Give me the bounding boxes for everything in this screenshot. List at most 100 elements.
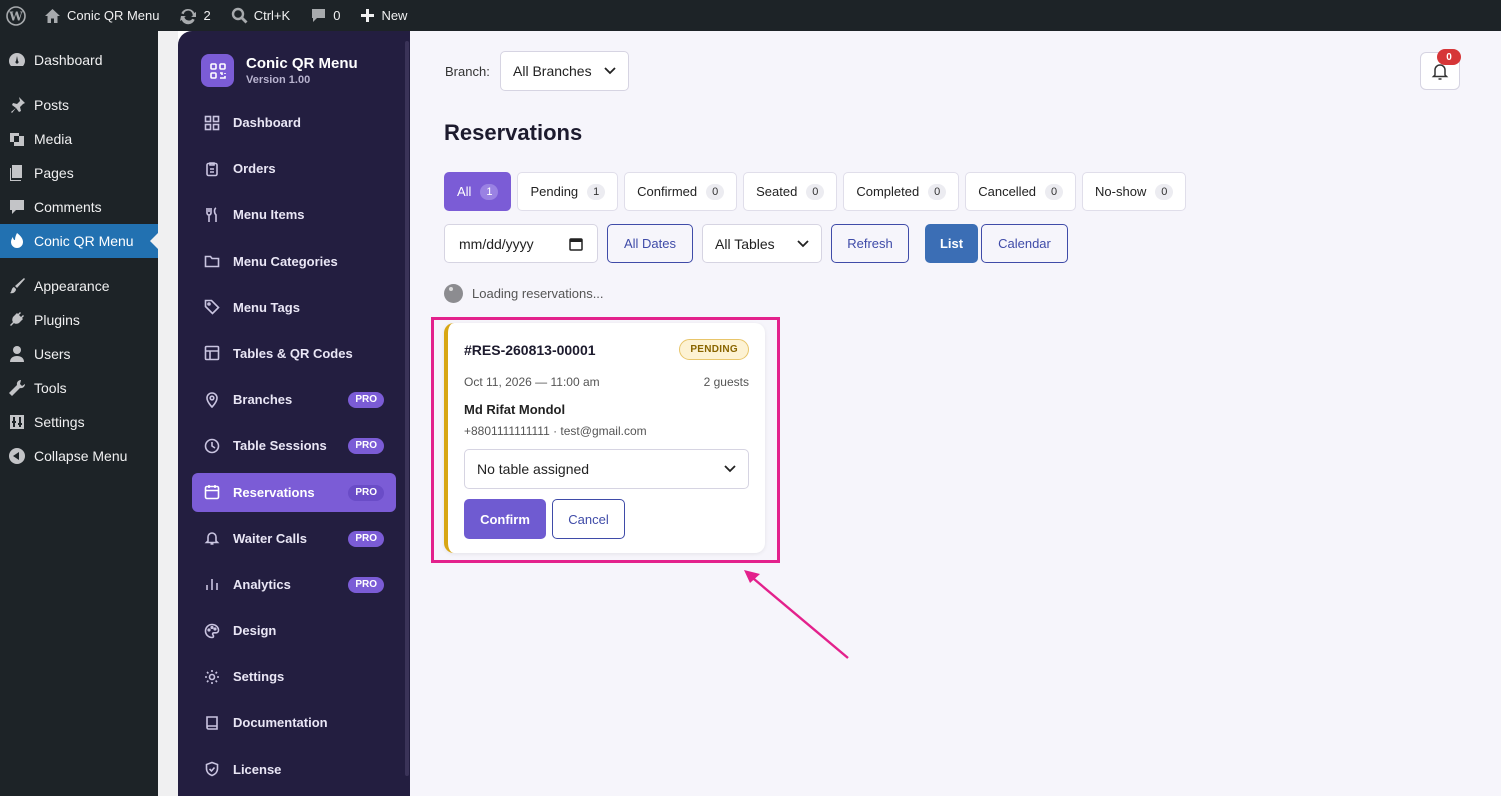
qr-logo-icon bbox=[201, 54, 234, 87]
calendar-icon bbox=[569, 237, 583, 251]
nav-menu-items[interactable]: Menu Items bbox=[192, 195, 396, 234]
tab-all[interactable]: All 1 bbox=[444, 172, 512, 211]
plugin-nav: Dashboard Orders Menu Items Menu Categor… bbox=[192, 103, 396, 796]
nav-waiter-calls[interactable]: Waiter Calls PRO bbox=[192, 519, 396, 558]
wp-menu-users[interactable]: Users bbox=[0, 337, 158, 371]
wp-menu-settings[interactable]: Settings bbox=[0, 405, 158, 439]
wp-menu-media[interactable]: Media bbox=[0, 122, 158, 156]
bar-chart-icon bbox=[206, 579, 218, 591]
wp-menu-posts[interactable]: Posts bbox=[0, 88, 158, 122]
date-input[interactable]: mm/dd/yyyy bbox=[444, 224, 598, 263]
tables-select[interactable]: All Tables bbox=[702, 224, 822, 263]
wp-menu-tools[interactable]: Tools bbox=[0, 371, 158, 405]
new-content-link[interactable]: New bbox=[350, 0, 417, 31]
wp-menu-pages[interactable]: Pages bbox=[0, 156, 158, 190]
nav-license[interactable]: License bbox=[192, 750, 396, 789]
wp-menu-appearance[interactable]: Appearance bbox=[0, 269, 158, 303]
book-icon bbox=[206, 716, 218, 730]
cancel-button[interactable]: Cancel bbox=[552, 499, 625, 539]
status-tabs: All 1 Pending 1 Confirmed 0 Seated 0 Com… bbox=[444, 172, 1187, 211]
sidebar-scrollbar[interactable] bbox=[405, 41, 409, 776]
wp-menu-collapse[interactable]: Collapse Menu bbox=[0, 439, 158, 473]
nav-reservations[interactable]: Reservations PRO bbox=[192, 472, 396, 512]
tab-count: 1 bbox=[480, 183, 499, 200]
nav-menu-tags[interactable]: Menu Tags bbox=[192, 288, 396, 327]
tab-count: 0 bbox=[706, 183, 725, 200]
wp-menu-comments[interactable]: Comments bbox=[0, 190, 158, 224]
plugin-sidebar: Conic QR Menu Version 1.00 Dashboard Ord… bbox=[178, 31, 410, 796]
tab-cancelled[interactable]: Cancelled 0 bbox=[965, 172, 1077, 211]
all-dates-button[interactable]: All Dates bbox=[607, 224, 693, 263]
plug-icon bbox=[8, 311, 26, 329]
search-icon bbox=[231, 7, 248, 24]
chevron-down-icon bbox=[797, 239, 809, 247]
wp-menu-dashboard[interactable]: Dashboard bbox=[0, 43, 158, 77]
status-badge: PENDING bbox=[679, 339, 749, 360]
nav-table-sessions[interactable]: Table Sessions PRO bbox=[192, 426, 396, 465]
tab-count: 1 bbox=[587, 183, 606, 200]
pro-badge: PRO bbox=[348, 484, 384, 501]
tab-no-show[interactable]: No-show 0 bbox=[1082, 172, 1187, 211]
nav-documentation[interactable]: Documentation bbox=[192, 703, 396, 742]
updates-count: 2 bbox=[203, 8, 211, 23]
nav-branches[interactable]: Branches PRO bbox=[192, 380, 396, 419]
reservation-card: #RES-260813-00001 PENDING Oct 11, 2026 —… bbox=[444, 323, 765, 553]
site-name: Conic QR Menu bbox=[67, 8, 160, 23]
tab-pending[interactable]: Pending 1 bbox=[517, 172, 619, 211]
clock-icon bbox=[204, 438, 220, 454]
wp-menu-conic-qr-menu[interactable]: Conic QR Menu bbox=[0, 224, 158, 258]
admin-bar: W Conic QR Menu 2 Ctrl+K 0 New bbox=[0, 0, 1501, 31]
nav-analytics[interactable]: Analytics PRO bbox=[192, 565, 396, 604]
branch-label: Branch: bbox=[445, 64, 490, 79]
plugin-container: Conic QR Menu Version 1.00 Dashboard Ord… bbox=[178, 31, 1501, 796]
collapse-icon bbox=[8, 447, 26, 465]
nav-dashboard[interactable]: Dashboard bbox=[192, 103, 396, 142]
comments-link[interactable]: 0 bbox=[300, 0, 350, 31]
gear-icon bbox=[205, 669, 219, 684]
table-assign-select[interactable]: No table assigned bbox=[464, 449, 749, 489]
branch-select[interactable]: All Branches bbox=[500, 51, 629, 91]
calendar-view-button[interactable]: Calendar bbox=[981, 224, 1068, 263]
tab-seated[interactable]: Seated 0 bbox=[743, 172, 838, 211]
grid-icon bbox=[204, 115, 220, 130]
reservation-datetime: Oct 11, 2026 — 11:00 am bbox=[464, 375, 600, 389]
wp-menu-plugins[interactable]: Plugins bbox=[0, 303, 158, 337]
spinner-icon bbox=[444, 284, 463, 303]
user-icon bbox=[8, 345, 26, 363]
pin-icon bbox=[8, 96, 26, 114]
wordpress-logo-icon[interactable]: W bbox=[0, 0, 34, 31]
settings-icon bbox=[8, 413, 26, 431]
confirm-button[interactable]: Confirm bbox=[464, 499, 546, 539]
bell-icon bbox=[204, 532, 220, 545]
svg-text:W: W bbox=[8, 9, 23, 23]
plugin-name: Conic QR Menu bbox=[246, 55, 358, 72]
guest-name: Md Rifat Mondol bbox=[464, 402, 566, 417]
updates-link[interactable]: 2 bbox=[169, 0, 220, 31]
main-content: Branch: All Branches 0 Reservations All … bbox=[410, 31, 1501, 796]
search-link[interactable]: Ctrl+K bbox=[221, 0, 300, 31]
brush-icon bbox=[8, 277, 26, 295]
table-icon bbox=[204, 346, 220, 361]
nav-orders[interactable]: Orders bbox=[192, 149, 396, 188]
list-view-button[interactable]: List bbox=[925, 224, 978, 263]
pro-badge: PRO bbox=[348, 392, 384, 409]
nav-settings[interactable]: Settings bbox=[192, 657, 396, 696]
utensils-icon bbox=[206, 207, 217, 222]
tag-icon bbox=[204, 299, 220, 315]
pages-icon bbox=[8, 164, 26, 182]
pro-badge: PRO bbox=[348, 530, 384, 547]
refresh-button[interactable]: Refresh bbox=[831, 224, 909, 263]
nav-design[interactable]: Design bbox=[192, 611, 396, 650]
refresh-icon bbox=[180, 8, 197, 24]
notifications-count-badge: 0 bbox=[1437, 49, 1461, 65]
tab-completed[interactable]: Completed 0 bbox=[843, 172, 960, 211]
tab-confirmed[interactable]: Confirmed 0 bbox=[624, 172, 738, 211]
shield-icon bbox=[205, 761, 219, 777]
calendar-icon bbox=[204, 485, 220, 500]
nav-menu-categories[interactable]: Menu Categories bbox=[192, 242, 396, 281]
site-name-link[interactable]: Conic QR Menu bbox=[34, 0, 169, 31]
clipboard-icon bbox=[206, 161, 218, 176]
folder-icon bbox=[204, 255, 220, 268]
nav-tables-qr[interactable]: Tables & QR Codes bbox=[192, 334, 396, 373]
plugin-version: Version 1.00 bbox=[246, 74, 311, 86]
